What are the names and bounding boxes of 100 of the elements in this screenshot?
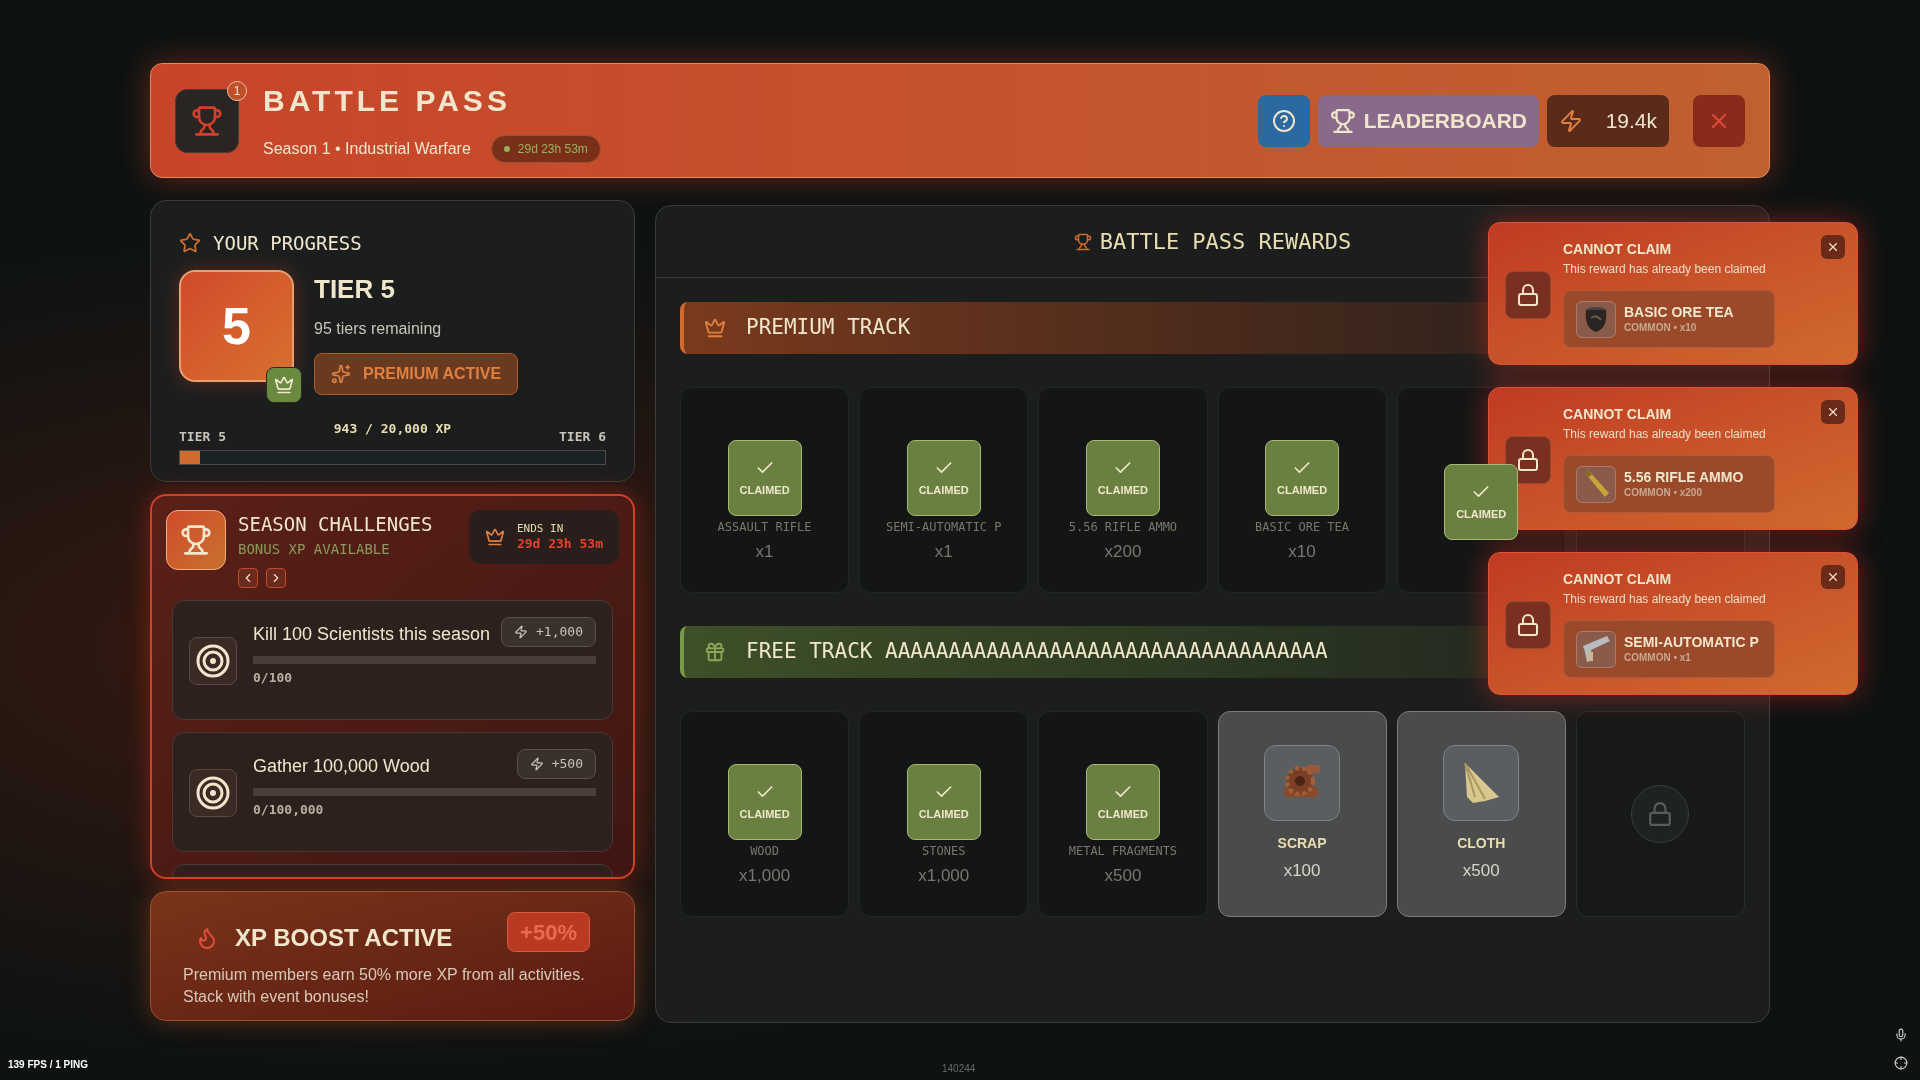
xp-boost-title: XP BOOST ACTIVE (235, 923, 453, 953)
section-heading: YOUR PROGRESS (213, 231, 362, 256)
claimed-reward-card[interactable]: CLAIMED BASIC ORE TEA x10 (1217, 387, 1387, 593)
challenges-title: SEASON CHALLENGES (238, 512, 433, 537)
premium-status-label: PREMIUM ACTIVE (363, 363, 502, 384)
claimed-reward-card[interactable]: CLAIMED ASSAULT RIFLE x1 (680, 387, 850, 593)
trophy-icon (175, 88, 239, 153)
claimed-reward-card[interactable]: CLAIMED WOOD x1,000 (680, 711, 850, 917)
ends-in-label: ENDS IN (516, 522, 565, 536)
current-tier-label: TIER 5 (179, 427, 226, 446)
trophy-icon (166, 510, 226, 570)
claimed-reward-card[interactable]: CLAIMED METAL FRAGMENTS x500 (1038, 711, 1208, 917)
challenges-subtitle: BONUS XP AVAILABLE (238, 539, 391, 559)
ends-in-time: 29d 23h 53m (516, 535, 603, 552)
lightning-icon (514, 624, 529, 639)
challenge-progress-text: 0/100,000 (253, 800, 325, 819)
close-icon (1826, 240, 1840, 254)
reward-quantity: x1,000 (918, 864, 970, 887)
toast-title: CANNOT CLAIM (1563, 405, 1672, 424)
item-name: BASIC ORE TEA (1624, 304, 1734, 322)
claimed-label: CLAIMED (1097, 806, 1148, 822)
reward-name: 5.56 RIFLE AMMO (1068, 519, 1178, 535)
tier-number: 5 (179, 269, 294, 382)
claimed-reward-card[interactable]: CLAIMED STONES x1,000 (859, 711, 1029, 917)
trophy-icon (1073, 232, 1092, 251)
reward-name: WOOD (750, 843, 780, 859)
crown-icon (704, 317, 726, 339)
claimed-label: CLAIMED (1277, 482, 1328, 498)
page-title: BATTLE PASS (263, 83, 512, 119)
close-button[interactable] (1821, 565, 1845, 589)
fps-counter: 139 FPS / 1 PING (8, 1058, 89, 1072)
claimed-label: CLAIMED (1456, 506, 1507, 522)
lightning-icon (1559, 108, 1583, 133)
target-icon (189, 636, 237, 685)
reward-quantity: x10 (1288, 540, 1316, 563)
lightning-icon (529, 756, 544, 771)
reward-quantity: x200 (1104, 540, 1142, 563)
trophy-icon (1329, 107, 1356, 134)
next-button[interactable] (266, 567, 286, 588)
help-button[interactable] (1257, 94, 1310, 147)
help-icon (1271, 108, 1296, 133)
reward-name: SEMI-AUTOMATIC P (885, 519, 1002, 535)
claimed-label: CLAIMED (918, 806, 969, 822)
microphone-icon (1894, 1028, 1908, 1042)
currency-amount: 19.4k (1605, 107, 1657, 134)
claimed-label: CLAIMED (739, 806, 790, 822)
toast-title: CANNOT CLAIM (1563, 570, 1672, 589)
toast-title: CANNOT CLAIM (1563, 240, 1672, 259)
reward-name: CLOTH (1457, 833, 1506, 853)
reward-quantity: x100 (1283, 859, 1321, 882)
reward-quantity: x1 (755, 540, 774, 563)
close-icon (1826, 570, 1840, 584)
notification-badge: 1 (227, 80, 247, 101)
crown-icon (484, 527, 505, 547)
previous-button[interactable] (238, 567, 258, 588)
reward-name: ASSAULT RIFLE (717, 519, 812, 535)
reward-quantity: x1,000 (739, 864, 791, 887)
status-dot-icon (503, 146, 510, 152)
close-button[interactable] (1821, 400, 1845, 424)
crosshair-icon (1894, 1056, 1908, 1070)
xp-reward-amount: +1,000 (536, 622, 583, 641)
item-detail: COMMON • x200 (1624, 486, 1703, 499)
toast-message: This reward has already been claimed (1563, 591, 1766, 608)
reward-card[interactable]: SCRAP x100 (1217, 711, 1387, 917)
claimed-label: CLAIMED (918, 482, 969, 498)
toast-message: This reward has already been claimed (1563, 426, 1766, 443)
claimed-reward-card[interactable]: CLAIMED SEMI-AUTOMATIC P x1 (859, 387, 1029, 593)
xp-progress-text: 943 / 20,000 XP (333, 419, 452, 438)
reward-quantity: x1 (934, 540, 953, 563)
leaderboard-button[interactable]: LEADERBOARD (1317, 94, 1539, 147)
claimed-label: CLAIMED (739, 482, 790, 498)
item-detail: COMMON • x10 (1624, 321, 1698, 334)
xp-reward-amount: +500 (551, 754, 583, 773)
challenge-name: Kill 100 Scientists this season (253, 622, 491, 646)
gift-icon (704, 641, 726, 663)
item-name: SEMI-AUTOMATIC P (1624, 634, 1759, 652)
lock-icon (1505, 601, 1551, 649)
claimed-reward-card[interactable]: CLAIMED 5.56 RIFLE AMMO x200 (1038, 387, 1208, 593)
reward-card[interactable]: CLOTH x500 (1396, 711, 1566, 917)
item-detail: COMMON • x1 (1624, 651, 1692, 664)
reward-name: METAL FRAGMENTS (1068, 843, 1178, 859)
lock-icon (1505, 271, 1551, 319)
tier-title: TIER 5 (314, 272, 396, 306)
rewards-title: BATTLE PASS REWARDS (1099, 228, 1352, 256)
track-label: FREE TRACK AAAAAAAAAAAAAAAAAAAAAAAAAAAAAAAAAAA (746, 638, 1328, 666)
target-icon (189, 768, 237, 817)
challenge-progress-text: 0/100 (253, 668, 294, 687)
season-timer: 29d 23h 53m (490, 135, 601, 163)
close-icon (1826, 405, 1840, 419)
close-button[interactable] (1821, 235, 1845, 259)
xp-boost-description: Premium members earn 50% more XP from all activities. Stack with event bonuses! (183, 965, 586, 1007)
tiers-remaining: 95 tiers remaining (314, 318, 443, 339)
toast-message: This reward has already been claimed (1563, 261, 1766, 278)
item-name: 5.56 RIFLE AMMO (1624, 469, 1744, 487)
reward-quantity: x500 (1104, 864, 1142, 887)
season-subtitle: Season 1 • Industrial Warfare (263, 139, 471, 159)
track-label: PREMIUM TRACK (746, 314, 911, 342)
reward-name: STONES (922, 843, 966, 859)
build-number: 140244 (942, 1062, 976, 1076)
star-icon (179, 232, 201, 255)
